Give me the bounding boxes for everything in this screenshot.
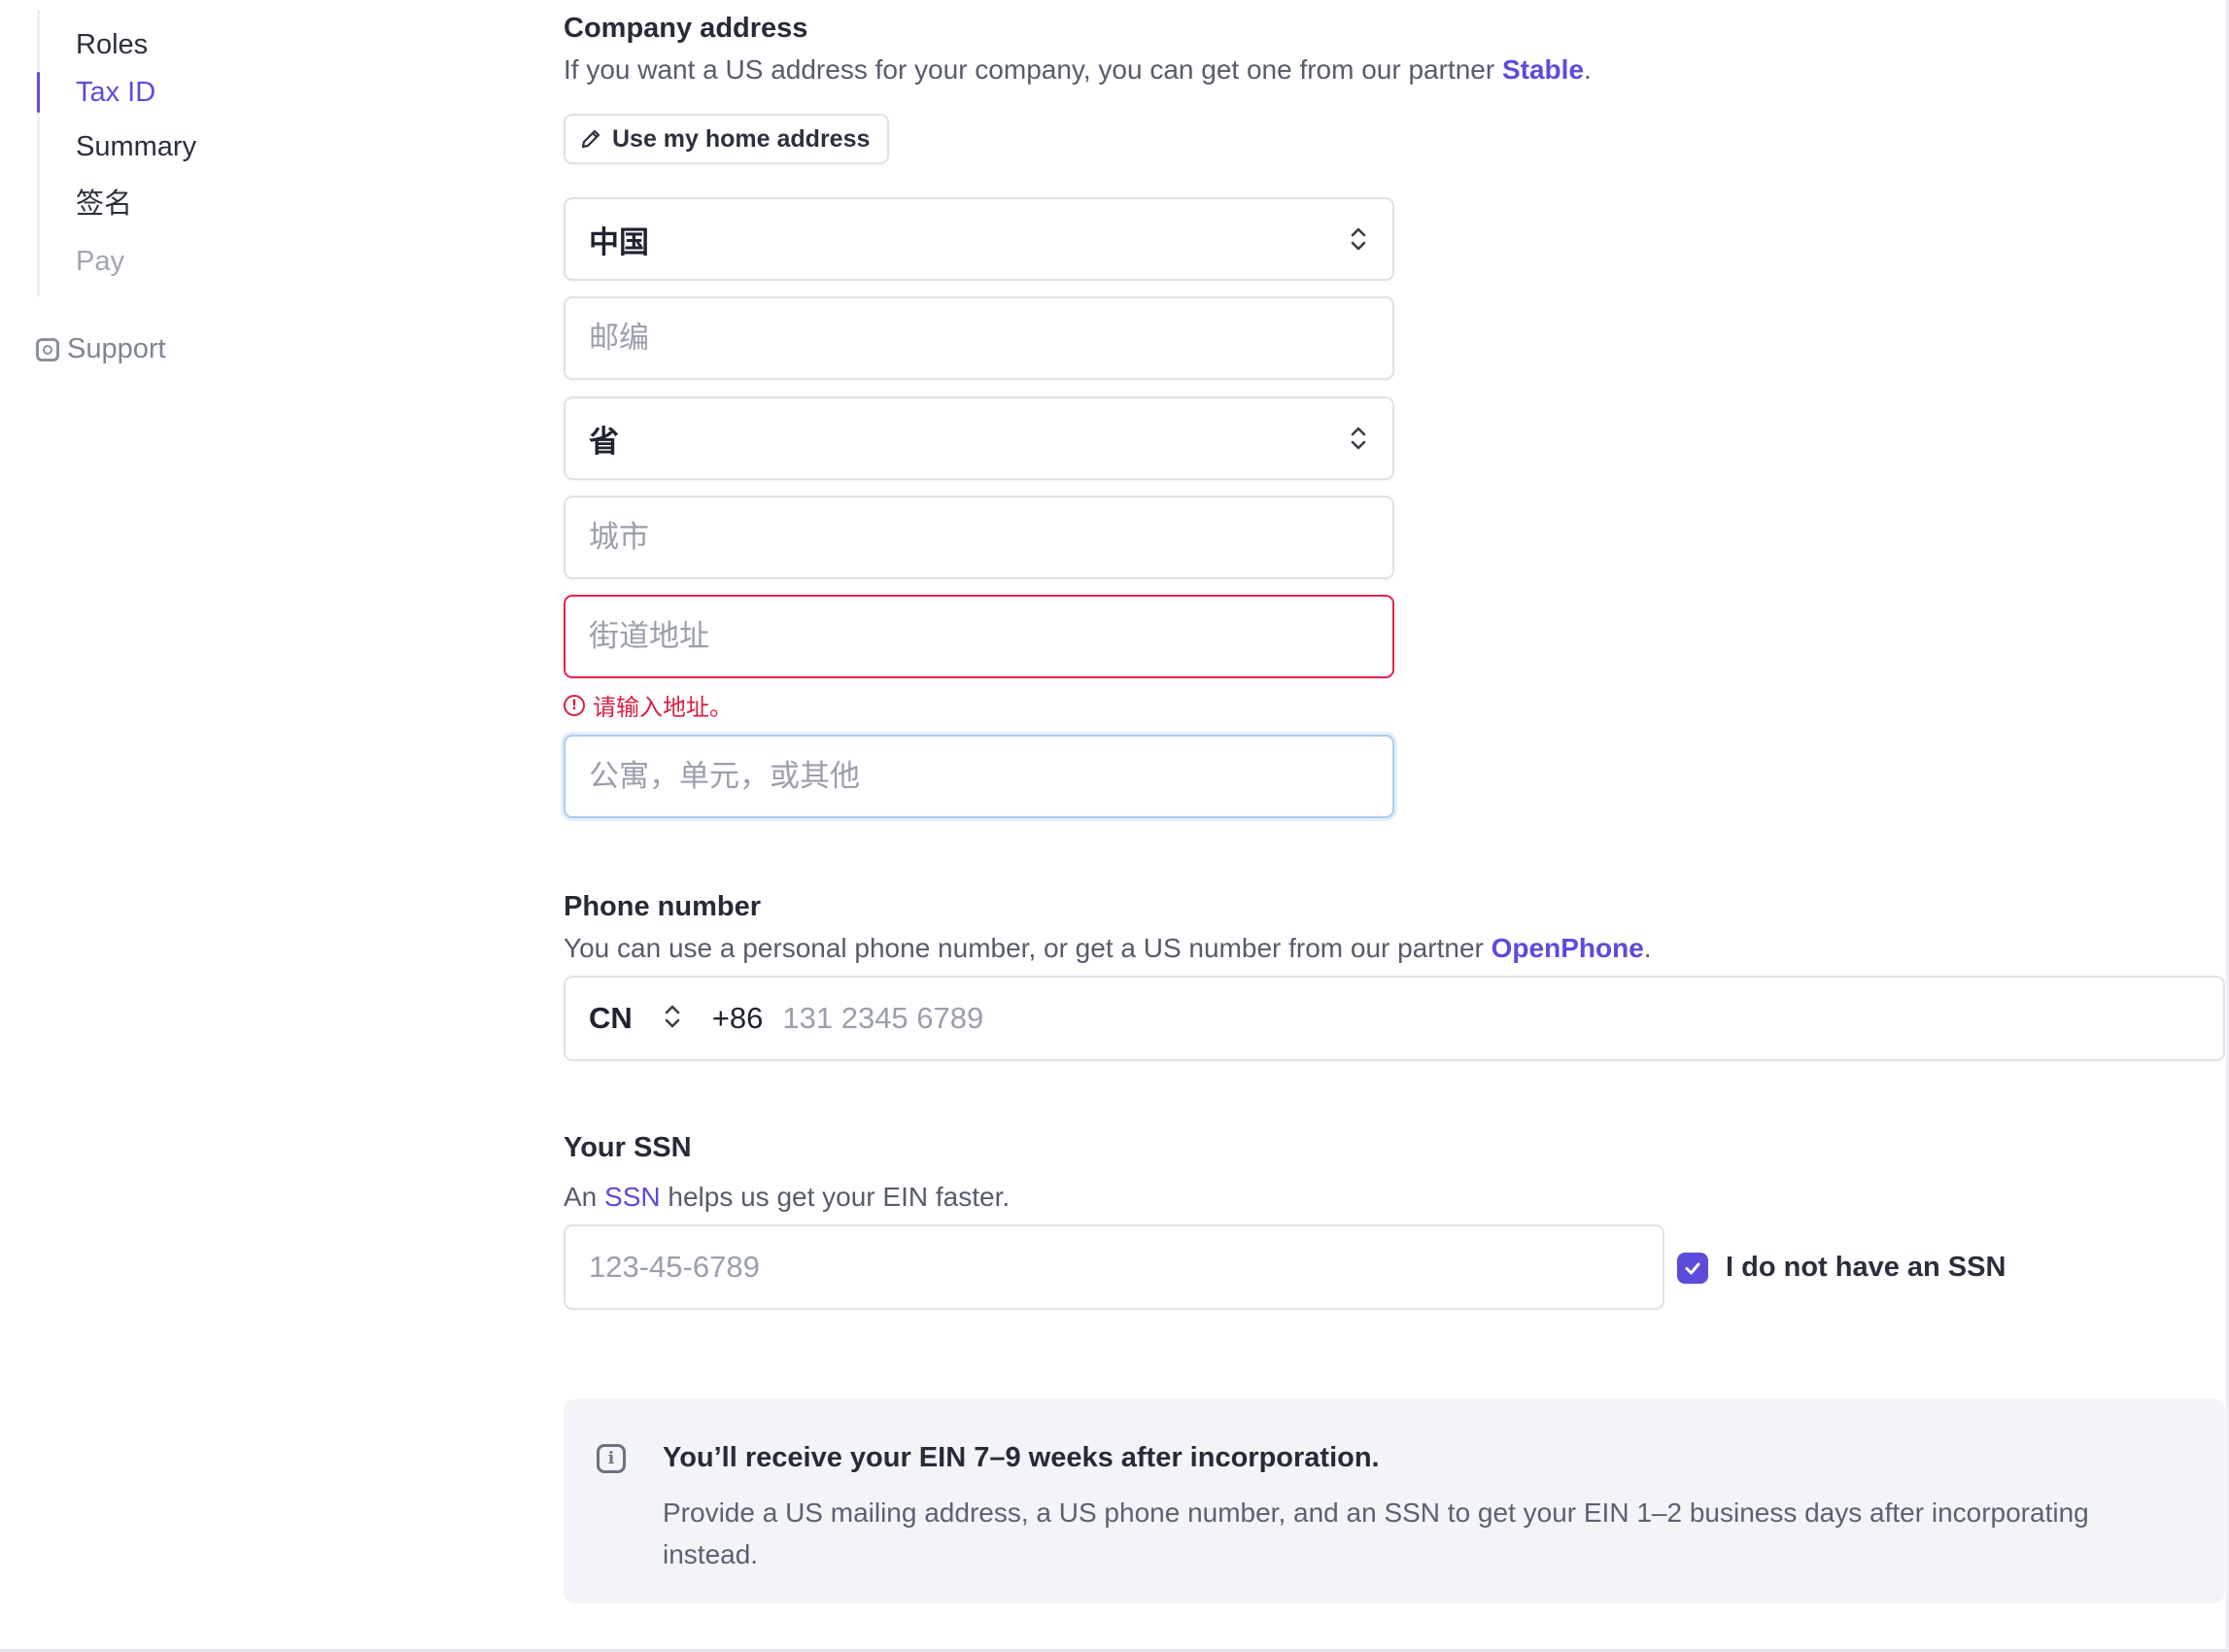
active-indicator	[37, 72, 40, 113]
ssn-desc-text: An	[564, 1182, 605, 1212]
apartment-field[interactable]	[564, 735, 1394, 818]
sidebar-item-roles[interactable]: Roles	[76, 27, 148, 62]
country-value: 中国	[589, 224, 649, 260]
chevron-updown-icon	[1348, 224, 1369, 255]
ssn-field[interactable]	[564, 1224, 1664, 1310]
page: Roles Tax ID Summary 签名 Pay Support Comp…	[0, 0, 2229, 1652]
sidebar: Roles Tax ID Summary 签名 Pay Support	[0, 0, 408, 1652]
openphone-link[interactable]: OpenPhone	[1492, 933, 1644, 963]
street-address-error: ! 请输入地址。	[564, 688, 733, 722]
sidebar-nav: Roles Tax ID Summary 签名 Pay	[37, 10, 331, 296]
chevron-updown-icon	[1348, 423, 1369, 454]
phone-country-select[interactable]: CN	[589, 1001, 633, 1036]
company-address-description: If you want a US address for your compan…	[564, 54, 1592, 86]
use-home-address-label: Use my home address	[612, 124, 871, 153]
country-select[interactable]: 中国	[564, 197, 1394, 281]
ein-info-title: You’ll receive your EIN 7–9 weeks after …	[663, 1442, 1380, 1473]
phone-desc-suffix: .	[1643, 933, 1652, 963]
street-address-error-text: 请输入地址。	[593, 694, 733, 721]
province-select[interactable]: 省	[564, 396, 1394, 480]
ssn-link[interactable]: SSN	[604, 1182, 661, 1212]
pencil-icon	[579, 127, 602, 151]
ssn-title: Your SSN	[564, 1132, 692, 1163]
phone-number-description: You can use a personal phone number, or …	[564, 933, 1652, 964]
stable-link[interactable]: Stable	[1502, 54, 1584, 85]
phone-field[interactable]: CN +86	[564, 976, 2225, 1061]
province-value: 省	[589, 424, 619, 460]
street-address-input[interactable]	[566, 597, 1392, 676]
company-address-desc-text: If you want a US address for your compan…	[564, 54, 1502, 85]
support-link[interactable]: Support	[36, 333, 166, 365]
no-ssn-checkbox[interactable]: I do not have an SSN	[1677, 1252, 2006, 1284]
ein-info-callout: i You’ll receive your EIN 7–9 weeks afte…	[564, 1399, 2225, 1603]
chevron-updown-icon[interactable]	[662, 1001, 683, 1037]
postal-code-input[interactable]	[566, 298, 1392, 378]
ssn-input[interactable]	[566, 1226, 1663, 1308]
company-address-title: Company address	[564, 13, 808, 44]
checkbox-checked-icon[interactable]	[1677, 1252, 1708, 1284]
info-icon: i	[597, 1444, 626, 1473]
ssn-description: An SSN helps us get your EIN faster.	[564, 1182, 1010, 1213]
phone-input[interactable]	[780, 977, 2223, 1060]
ein-info-body: Provide a US mailing address, a US phone…	[663, 1497, 2089, 1569]
phone-desc-text: You can use a personal phone number, or …	[564, 933, 1492, 963]
apartment-input[interactable]	[566, 737, 1392, 816]
sidebar-item-signature[interactable]: 签名	[76, 186, 132, 221]
support-icon	[36, 337, 59, 361]
sidebar-item-tax-id[interactable]: Tax ID	[76, 75, 155, 110]
company-address-desc-suffix: .	[1584, 54, 1592, 85]
street-address-field[interactable]	[564, 595, 1394, 678]
ssn-desc-suffix: helps us get your EIN faster.	[660, 1182, 1011, 1212]
postal-code-field[interactable]	[564, 296, 1394, 380]
support-label: Support	[67, 333, 166, 364]
no-ssn-label: I do not have an SSN	[1726, 1252, 2006, 1283]
error-icon: !	[564, 694, 585, 716]
city-input[interactable]	[566, 498, 1392, 577]
phone-number-title: Phone number	[564, 891, 762, 922]
use-home-address-button[interactable]: Use my home address	[564, 114, 890, 164]
sidebar-item-pay: Pay	[76, 246, 124, 277]
phone-dial-code: +86	[711, 1001, 764, 1035]
city-field[interactable]	[564, 496, 1394, 579]
sidebar-item-summary[interactable]: Summary	[76, 129, 196, 164]
